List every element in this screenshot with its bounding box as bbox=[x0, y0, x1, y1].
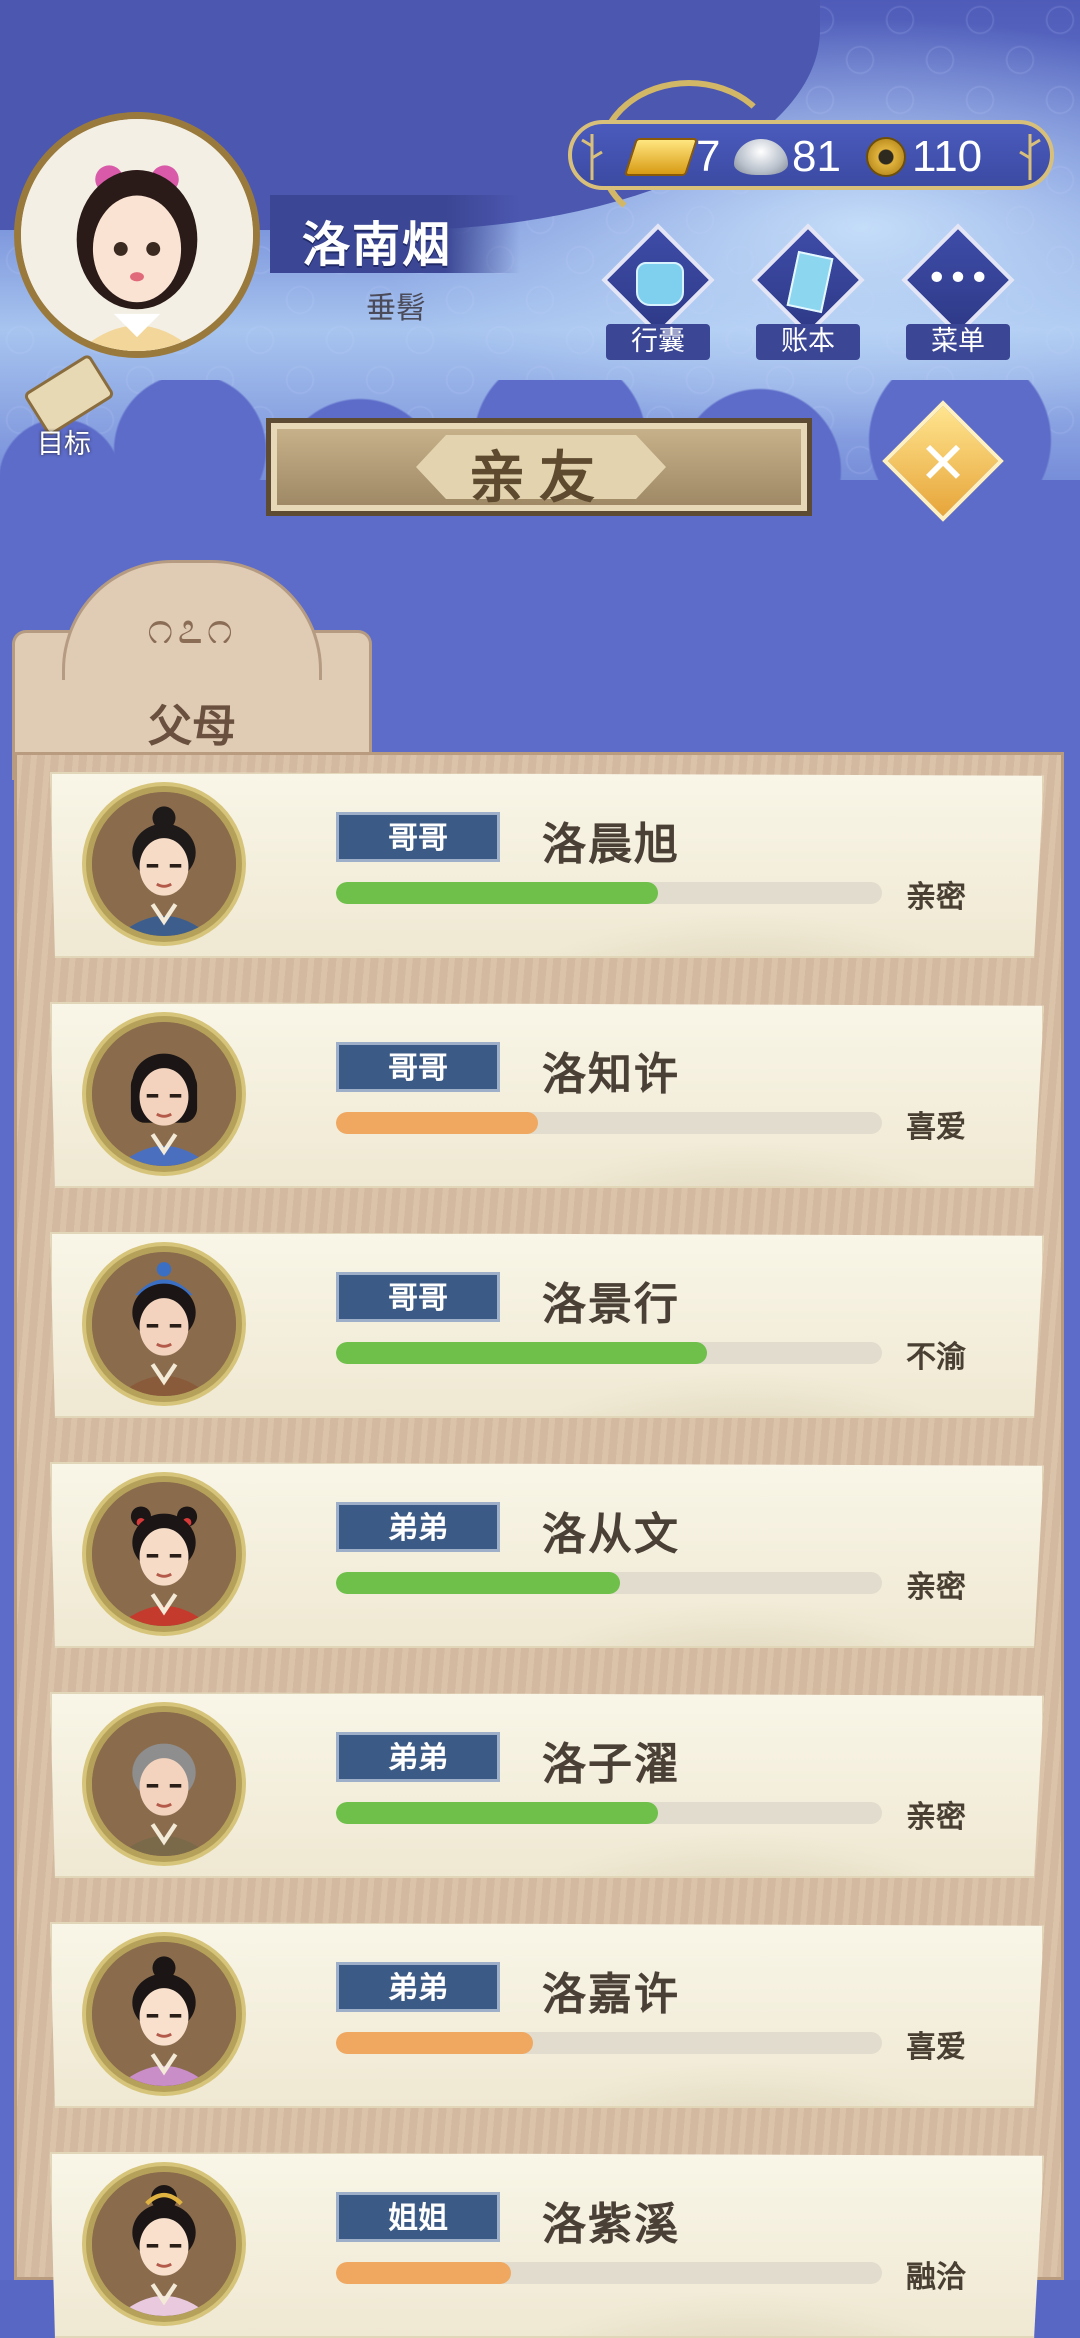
affinity-bar bbox=[336, 2262, 882, 2284]
affinity-bar bbox=[336, 1572, 882, 1594]
bag-button[interactable]: 行囊 bbox=[596, 223, 720, 360]
affinity-bar bbox=[336, 1112, 882, 1134]
relation-tag: 弟弟 bbox=[336, 1732, 500, 1782]
affinity-bar-fill bbox=[336, 2262, 511, 2284]
currency-bar: 7 81 110 bbox=[568, 120, 1054, 190]
affinity-bar-fill bbox=[336, 882, 659, 904]
relationship-status: 喜爱 bbox=[906, 1110, 966, 1145]
player-portrait-icon bbox=[21, 119, 253, 351]
title-banner: 亲友 bbox=[266, 418, 812, 516]
gold-ingot-icon bbox=[623, 138, 699, 176]
member-avatar-boy-topknot-icon[interactable] bbox=[86, 786, 242, 942]
relation-tag: 哥哥 bbox=[336, 1272, 500, 1322]
bag-button-label: 行囊 bbox=[606, 324, 710, 360]
affinity-bar-fill bbox=[336, 1802, 659, 1824]
menu-button-label: 菜单 bbox=[906, 324, 1010, 360]
tab-label: 父母 bbox=[148, 701, 236, 752]
coin-value: 110 bbox=[912, 132, 983, 181]
family-member-card[interactable]: 哥哥 洛晨旭亲密 bbox=[50, 772, 1044, 958]
relation-tag: 哥哥 bbox=[336, 1042, 500, 1092]
silver-value: 81 bbox=[792, 132, 841, 181]
menu-button[interactable]: ••• 菜单 bbox=[896, 223, 1020, 360]
affinity-bar bbox=[336, 1342, 882, 1364]
relation-tag: 弟弟 bbox=[336, 1502, 500, 1552]
member-avatar-boy-small-bun-icon[interactable] bbox=[86, 1936, 242, 2092]
player-name: 洛南烟 bbox=[302, 217, 453, 273]
silver-counter: 81 bbox=[734, 130, 841, 184]
relationship-status: 亲密 bbox=[906, 1570, 966, 1605]
affinity-bar-fill bbox=[336, 1572, 620, 1594]
relationship-status: 不渝 bbox=[906, 1340, 966, 1375]
bamboo-right-icon bbox=[1019, 134, 1041, 180]
member-avatar-boy-red-robe-icon[interactable] bbox=[86, 1476, 242, 1632]
silver-ingot-icon bbox=[734, 139, 788, 175]
page-title: 亲友 bbox=[469, 446, 609, 511]
gold-value: 7 bbox=[696, 132, 721, 181]
goal-label: 目标 bbox=[37, 429, 91, 460]
family-member-card[interactable]: 弟弟 洛子濯亲密 bbox=[50, 1692, 1044, 1878]
family-member-card[interactable]: 弟弟 洛嘉许喜爱 bbox=[50, 1922, 1044, 2108]
member-avatar-girl-hair-ornament-icon[interactable] bbox=[86, 2166, 242, 2322]
bamboo-left-icon bbox=[581, 134, 603, 180]
goal-button[interactable]: 目标 bbox=[16, 353, 116, 460]
affinity-bar-fill bbox=[336, 2032, 533, 2054]
member-avatar-boy-long-hair-icon[interactable] bbox=[86, 1016, 242, 1172]
member-name: 洛景行 bbox=[542, 1279, 680, 1330]
affinity-bar-fill bbox=[336, 1112, 539, 1134]
relationship-status: 融洽 bbox=[906, 2260, 966, 2295]
member-name: 洛晨旭 bbox=[542, 819, 680, 870]
member-avatar-boy-grey-hair-icon[interactable] bbox=[86, 1706, 242, 1862]
member-name: 洛子濯 bbox=[542, 1739, 680, 1790]
family-member-card[interactable]: 哥哥 洛知许喜爱 bbox=[50, 1002, 1044, 1188]
coin-counter: 110 bbox=[866, 130, 982, 184]
player-title: 垂髫 bbox=[366, 291, 426, 326]
tab-parents[interactable]: ೧೭೧ 父母 bbox=[12, 560, 372, 780]
close-icon[interactable]: ✕ bbox=[900, 420, 986, 506]
relation-tag: 姐姐 bbox=[336, 2192, 500, 2242]
relationship-status: 亲密 bbox=[906, 880, 966, 915]
member-name: 洛紫溪 bbox=[542, 2199, 680, 2250]
relation-tag: 哥哥 bbox=[336, 812, 500, 862]
affinity-bar bbox=[336, 882, 882, 904]
player-avatar[interactable] bbox=[14, 112, 260, 358]
cloud-ornament-icon: ೧೭೧ bbox=[147, 600, 237, 654]
ledger-button-label: 账本 bbox=[756, 324, 860, 360]
affinity-bar bbox=[336, 2032, 882, 2054]
ledger-button[interactable]: 账本 bbox=[746, 223, 870, 360]
family-member-card[interactable]: 弟弟 洛从文亲密 bbox=[50, 1462, 1044, 1648]
family-member-card[interactable]: 姐姐 洛紫溪融洽 bbox=[50, 2152, 1044, 2338]
relationship-status: 亲密 bbox=[906, 1800, 966, 1835]
member-name: 洛知许 bbox=[542, 1049, 680, 1100]
affinity-bar-fill bbox=[336, 1342, 708, 1364]
copper-coin-icon bbox=[866, 137, 906, 177]
bag-icon bbox=[636, 262, 684, 306]
relation-tag: 弟弟 bbox=[336, 1962, 500, 2012]
gold-counter: 7 bbox=[623, 130, 721, 184]
member-name: 洛嘉许 bbox=[542, 1969, 680, 2020]
relationship-status: 喜爱 bbox=[906, 2030, 966, 2065]
member-avatar-boy-blue-hat-icon[interactable] bbox=[86, 1246, 242, 1402]
member-name: 洛从文 bbox=[542, 1509, 680, 1560]
family-member-card[interactable]: 哥哥 洛景行不渝 bbox=[50, 1232, 1044, 1418]
menu-dots-icon: ••• bbox=[926, 258, 990, 299]
affinity-bar bbox=[336, 1802, 882, 1824]
